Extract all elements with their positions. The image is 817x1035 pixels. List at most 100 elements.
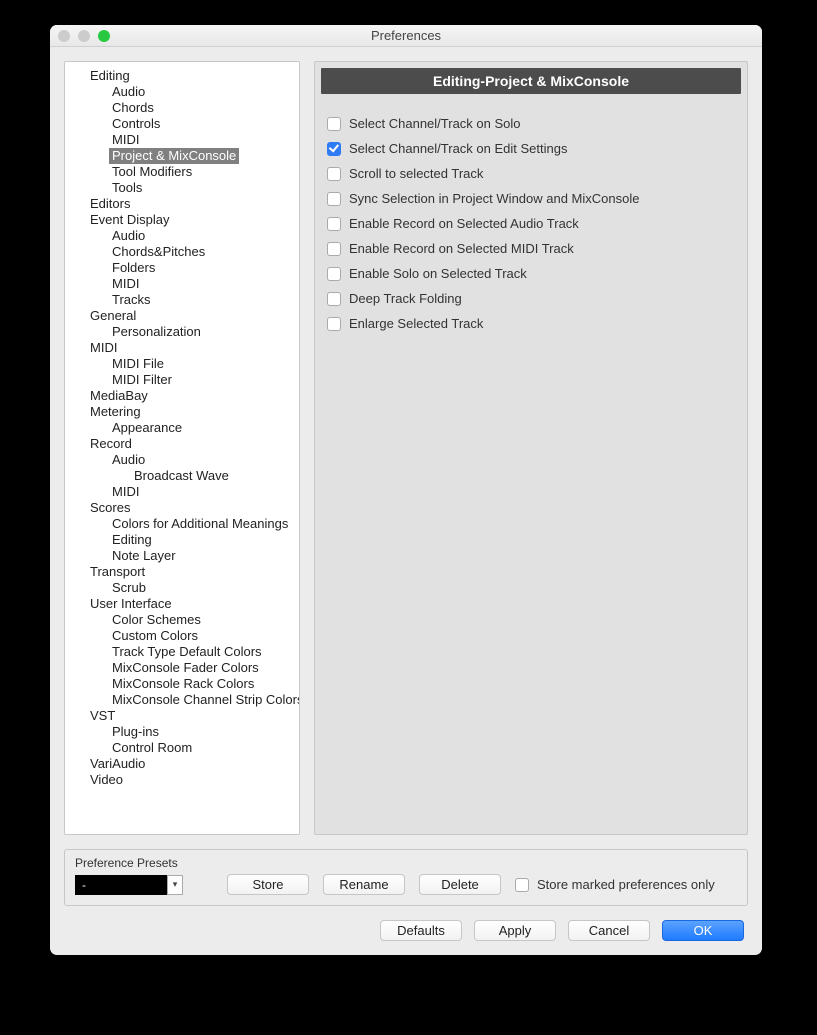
tree-item[interactable]: Scrub: [65, 580, 299, 596]
option-row: Enlarge Selected Track: [327, 312, 735, 337]
tree-item[interactable]: MIDI: [65, 276, 299, 292]
tree-item[interactable]: Track Type Default Colors: [65, 644, 299, 660]
tree-item[interactable]: Broadcast Wave: [65, 468, 299, 484]
tree-item[interactable]: Plug-ins: [65, 724, 299, 740]
tree-item-label: Audio: [109, 84, 148, 100]
tree-item[interactable]: Record: [65, 436, 299, 452]
preset-select[interactable]: - ▾: [75, 875, 183, 895]
tree-item[interactable]: Audio: [65, 84, 299, 100]
ok-button[interactable]: OK: [662, 920, 744, 941]
option-checkbox[interactable]: [327, 292, 341, 306]
tree-item[interactable]: MixConsole Fader Colors: [65, 660, 299, 676]
store-marked-only-label: Store marked preferences only: [537, 877, 715, 892]
tree-item[interactable]: MixConsole Channel Strip Colors: [65, 692, 299, 708]
tree-item[interactable]: Video: [65, 772, 299, 788]
tree-item[interactable]: Colors for Additional Meanings: [65, 516, 299, 532]
tree-item-label: Tracks: [109, 292, 154, 308]
tree-item[interactable]: MIDI: [65, 484, 299, 500]
preference-presets: Preference Presets - ▾ Store Rename Dele…: [64, 849, 748, 906]
main-row: EditingAudioChordsControlsMIDIProject & …: [64, 61, 748, 835]
tree-item[interactable]: Editors: [65, 196, 299, 212]
tree-item[interactable]: Tool Modifiers: [65, 164, 299, 180]
option-checkbox[interactable]: [327, 317, 341, 331]
option-row: Select Channel/Track on Solo: [327, 112, 735, 137]
panel-header: Editing-Project & MixConsole: [321, 68, 741, 94]
tree-item-label: MIDI Filter: [109, 372, 175, 388]
tree-item[interactable]: MIDI Filter: [65, 372, 299, 388]
tree-item-label: Transport: [87, 564, 148, 580]
option-checkbox[interactable]: [327, 242, 341, 256]
option-checkbox[interactable]: [327, 167, 341, 181]
option-row: Enable Record on Selected Audio Track: [327, 212, 735, 237]
store-marked-only-checkbox[interactable]: [515, 878, 529, 892]
tree-item[interactable]: Chords&Pitches: [65, 244, 299, 260]
tree-item-label: Scores: [87, 500, 133, 516]
tree-item[interactable]: MIDI: [65, 340, 299, 356]
tree-item[interactable]: Scores: [65, 500, 299, 516]
tree-item[interactable]: Control Room: [65, 740, 299, 756]
tree-item[interactable]: Transport: [65, 564, 299, 580]
option-row: Enable Solo on Selected Track: [327, 262, 735, 287]
minimize-icon[interactable]: [78, 30, 90, 42]
tree-item[interactable]: Note Layer: [65, 548, 299, 564]
tree-item[interactable]: VariAudio: [65, 756, 299, 772]
option-checkbox[interactable]: [327, 217, 341, 231]
close-icon[interactable]: [58, 30, 70, 42]
option-checkbox[interactable]: [327, 267, 341, 281]
option-row: Scroll to selected Track: [327, 162, 735, 187]
tree-item[interactable]: General: [65, 308, 299, 324]
cancel-button[interactable]: Cancel: [568, 920, 650, 941]
tree-item-label: Scrub: [109, 580, 149, 596]
option-checkbox[interactable]: [327, 117, 341, 131]
apply-button[interactable]: Apply: [474, 920, 556, 941]
tree-item[interactable]: Editing: [65, 68, 299, 84]
category-tree[interactable]: EditingAudioChordsControlsMIDIProject & …: [64, 61, 300, 835]
tree-item-label: Broadcast Wave: [131, 468, 232, 484]
option-checkbox[interactable]: [327, 192, 341, 206]
zoom-icon[interactable]: [98, 30, 110, 42]
tree-item-label: MIDI File: [109, 356, 167, 372]
delete-button[interactable]: Delete: [419, 874, 501, 895]
option-row: Enable Record on Selected MIDI Track: [327, 237, 735, 262]
tree-item[interactable]: Controls: [65, 116, 299, 132]
tree-item[interactable]: Appearance: [65, 420, 299, 436]
tree-item[interactable]: MixConsole Rack Colors: [65, 676, 299, 692]
option-checkbox[interactable]: [327, 142, 341, 156]
chevron-down-icon[interactable]: ▾: [167, 875, 183, 895]
window-body: EditingAudioChordsControlsMIDIProject & …: [50, 47, 762, 955]
tree-item[interactable]: Color Schemes: [65, 612, 299, 628]
tree-item-label: Colors for Additional Meanings: [109, 516, 291, 532]
tree-item[interactable]: Custom Colors: [65, 628, 299, 644]
tree-item[interactable]: Event Display: [65, 212, 299, 228]
store-button[interactable]: Store: [227, 874, 309, 895]
preset-current[interactable]: -: [75, 875, 167, 895]
tree-item[interactable]: Editing: [65, 532, 299, 548]
tree-item-label: Control Room: [109, 740, 195, 756]
tree-item[interactable]: Tools: [65, 180, 299, 196]
tree-item[interactable]: Audio: [65, 452, 299, 468]
option-row: Deep Track Folding: [327, 287, 735, 312]
tree-item-label: Tools: [109, 180, 145, 196]
tree-item[interactable]: Chords: [65, 100, 299, 116]
tree-item[interactable]: Personalization: [65, 324, 299, 340]
titlebar: Preferences: [50, 25, 762, 47]
tree-item[interactable]: MIDI: [65, 132, 299, 148]
tree-item-label: Appearance: [109, 420, 185, 436]
window-title: Preferences: [371, 28, 441, 43]
tree-item[interactable]: User Interface: [65, 596, 299, 612]
tree-item[interactable]: MediaBay: [65, 388, 299, 404]
tree-item[interactable]: Audio: [65, 228, 299, 244]
tree-item[interactable]: MIDI File: [65, 356, 299, 372]
tree-item-label: Editors: [87, 196, 133, 212]
tree-item[interactable]: Tracks: [65, 292, 299, 308]
tree-item-label: Color Schemes: [109, 612, 204, 628]
tree-item[interactable]: VST: [65, 708, 299, 724]
tree-item[interactable]: Project & MixConsole: [65, 148, 299, 164]
tree-item[interactable]: Folders: [65, 260, 299, 276]
dialog-buttons: Defaults Apply Cancel OK: [64, 906, 748, 955]
preferences-window: Preferences EditingAudioChordsControlsMI…: [50, 25, 762, 955]
tree-item[interactable]: Metering: [65, 404, 299, 420]
rename-button[interactable]: Rename: [323, 874, 405, 895]
tree-item-label: Controls: [109, 116, 163, 132]
defaults-button[interactable]: Defaults: [380, 920, 462, 941]
